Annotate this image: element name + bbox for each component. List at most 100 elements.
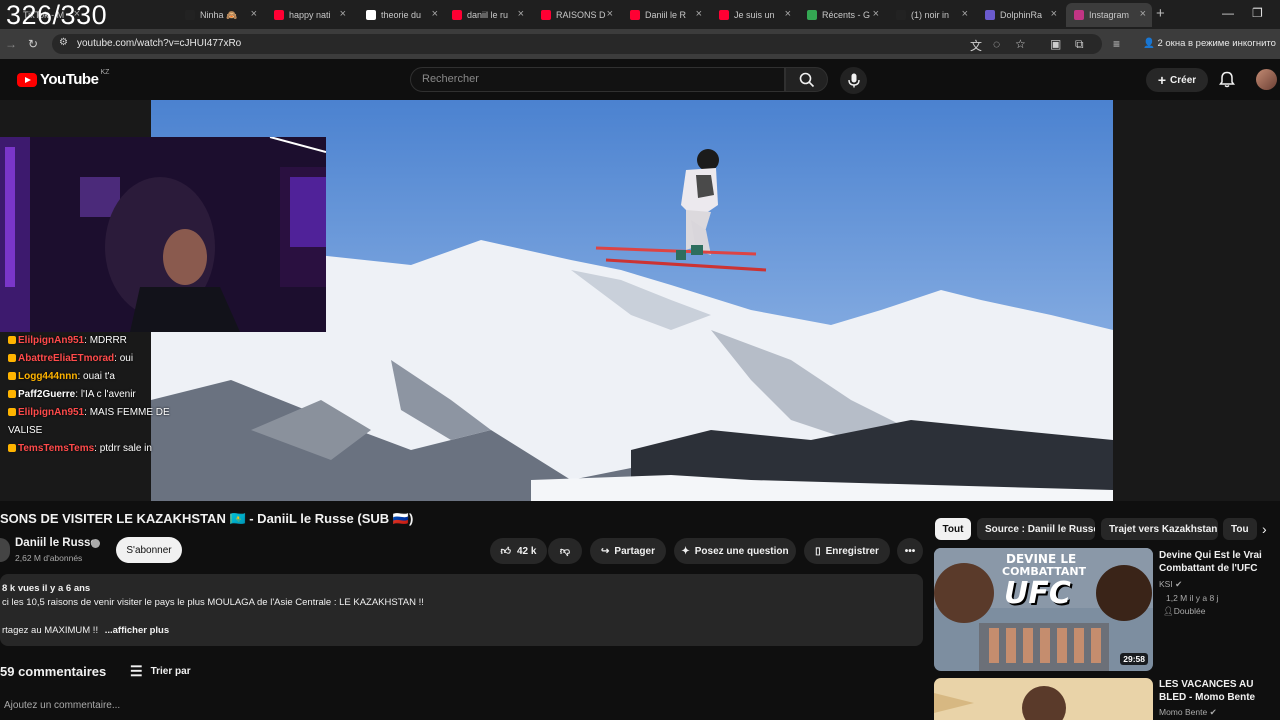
thumbs-up-icon: 👍︎ — [500, 546, 511, 557]
tab-close-icon[interactable]: × — [785, 8, 791, 20]
sort-label: Trier par — [150, 666, 191, 677]
youtube-logo[interactable]: YouTube KZ — [17, 69, 110, 88]
show-more-link[interactable]: ...afficher plus — [105, 625, 169, 636]
browser-tab[interactable]: Ninha 🙈 × — [177, 3, 263, 27]
country-code: KZ — [100, 69, 110, 76]
drive-icon — [807, 10, 817, 20]
more-actions-button[interactable]: ••• — [897, 538, 923, 564]
voice-search-button[interactable] — [840, 67, 867, 94]
tab-close-icon[interactable]: × — [1140, 8, 1146, 20]
browser-tab[interactable]: happy nati × — [266, 3, 352, 27]
browser-tab[interactable]: daniil le ru × — [444, 3, 530, 27]
recommended-title-1[interactable]: Devine Qui Est le Vrai Combattant de l'U… — [1159, 549, 1279, 575]
tab-close-icon[interactable]: × — [873, 8, 879, 20]
chip-trajet[interactable]: Trajet vers Kazakhstan — [1101, 518, 1218, 540]
browser-tab[interactable]: RAISONS D × — [533, 3, 619, 27]
tab-label: Je suis un — [734, 10, 775, 20]
like-button[interactable]: 👍︎ 42 k — [490, 538, 547, 564]
recommended-title-2[interactable]: LES VACANCES AU BLED - Momo Bente — [1159, 678, 1279, 704]
restore-button[interactable]: ❐ — [1252, 6, 1263, 20]
tab-close-icon[interactable]: × — [962, 8, 968, 20]
extension-icon[interactable]: ▣ — [1050, 37, 1061, 51]
sort-comments-button[interactable]: ☰ Trier par — [130, 663, 191, 680]
webcam-image — [0, 137, 326, 332]
tab-close-icon[interactable]: × — [607, 8, 613, 20]
tab-close-icon[interactable]: × — [1051, 8, 1057, 20]
tab-close-icon[interactable]: × — [696, 8, 702, 20]
share-button[interactable]: ↪ Partager — [590, 538, 666, 564]
translate-icon[interactable]: 文 — [970, 37, 982, 54]
share-label: Partager — [614, 545, 655, 557]
browser-tab[interactable]: Instagram × — [1066, 3, 1152, 27]
tiktok-icon — [185, 10, 195, 20]
overlay-counter: 326/330 — [6, 0, 108, 30]
search-icon — [799, 72, 814, 87]
tab-search-icon[interactable]: ≡ — [1113, 37, 1120, 51]
avatar[interactable] — [1256, 69, 1277, 90]
chip-source[interactable]: Source : Daniil le Russe — [977, 518, 1095, 540]
browser-tab[interactable]: (1) noir in × — [888, 3, 974, 27]
puzzle-icon[interactable]: ⧉ — [1075, 37, 1084, 52]
recommended-channel-1[interactable]: KSI ✔︎ — [1159, 579, 1182, 590]
recommended-channel-2[interactable]: Momo Bente ✔︎ — [1159, 707, 1217, 718]
recommended-thumbnail-1[interactable]: DEVINE LE COMBATTANT UFC 29:58 — [934, 548, 1153, 671]
tab-label: Ninha 🙈 — [200, 9, 238, 20]
chat-badge-icon — [8, 408, 16, 417]
incognito-icon: 👤 — [1143, 38, 1158, 49]
back-icon[interactable]: → — [5, 37, 17, 51]
eye-off-icon[interactable]: ◌ — [993, 37, 1000, 51]
comments-count: 59 commentaires — [0, 664, 107, 679]
chat-username: Logg444nnn — [18, 371, 78, 382]
channel-name[interactable]: Daniil le Russe — [15, 537, 97, 549]
tab-close-icon[interactable]: × — [432, 8, 438, 20]
youtube-icon — [541, 10, 551, 20]
tab-label: daniil le ru — [467, 10, 509, 20]
browser-tab[interactable]: Je suis un × — [711, 3, 797, 27]
recommended-channel-2-name: Momo Bente — [1159, 707, 1208, 717]
create-label: Créer — [1170, 74, 1197, 86]
chip-all[interactable]: Tout — [935, 518, 971, 540]
subscribe-button[interactable]: S'abonner — [116, 537, 182, 563]
chat-username: ElilpignAn951 — [18, 407, 85, 418]
chevron-right-icon[interactable]: › — [1262, 521, 1267, 537]
youtube-icon — [452, 10, 462, 20]
bookmark-star-icon[interactable]: ☆ — [1015, 37, 1026, 51]
tab-close-icon[interactable]: × — [518, 8, 524, 20]
streamer-webcam — [0, 137, 326, 332]
url-text[interactable]: youtube.com/watch?v=cJHUI477xRo — [77, 38, 241, 49]
channel-avatar[interactable] — [0, 538, 10, 562]
reload-icon[interactable]: ↻ — [28, 37, 38, 51]
chip-more[interactable]: Tou — [1223, 518, 1257, 540]
save-button[interactable]: ▯ Enregistrer — [804, 538, 890, 564]
search-button[interactable] — [785, 67, 828, 92]
recommended-thumbnail-2[interactable] — [934, 678, 1153, 720]
new-tab-button[interactable]: + — [1156, 5, 1165, 22]
browser-tab[interactable]: Récents - G × — [799, 3, 885, 27]
comment-input[interactable]: Ajoutez un commentaire... — [4, 700, 120, 711]
create-button[interactable]: + Créer — [1146, 68, 1208, 92]
browser-tab[interactable]: Daniil le R × — [622, 3, 708, 27]
browser-tab[interactable]: DolphinRa × — [977, 3, 1063, 27]
chat-username: AbattreEliaETmorad — [18, 353, 115, 364]
chat-message: AbattreEliaETmorad: oui — [8, 350, 326, 368]
description-line-2-text: rtagez au MAXIMUM !! — [2, 625, 99, 636]
chat-text: ptdrr sale in — [99, 443, 152, 454]
google-icon — [366, 10, 376, 20]
sparkle-icon: ✦ — [681, 545, 690, 557]
x-icon — [896, 10, 906, 20]
minimize-button[interactable]: — — [1222, 6, 1234, 20]
ask-question-button[interactable]: ✦ Posez une question — [674, 538, 796, 564]
dislike-button[interactable]: 👎︎ — [548, 538, 582, 564]
tab-close-icon[interactable]: × — [340, 8, 346, 20]
plus-icon: + — [1157, 72, 1167, 88]
dubbed-icon: 👤︎ — [1163, 606, 1174, 616]
youtube-wordmark: YouTube — [40, 71, 99, 88]
chat-message: ElilpignAn951: MDRRR — [8, 332, 326, 350]
tab-close-icon[interactable]: × — [251, 8, 257, 20]
video-stats: 8 k vues il y a 6 ans — [2, 583, 91, 594]
site-settings-icon[interactable]: ⚙ — [59, 37, 68, 48]
sort-icon: ☰ — [130, 663, 143, 679]
incognito-indicator[interactable]: 👤 2 окна в режиме инкогнито — [1143, 38, 1276, 49]
browser-tab[interactable]: theorie du × — [358, 3, 444, 27]
notifications-button[interactable] — [1219, 71, 1235, 93]
